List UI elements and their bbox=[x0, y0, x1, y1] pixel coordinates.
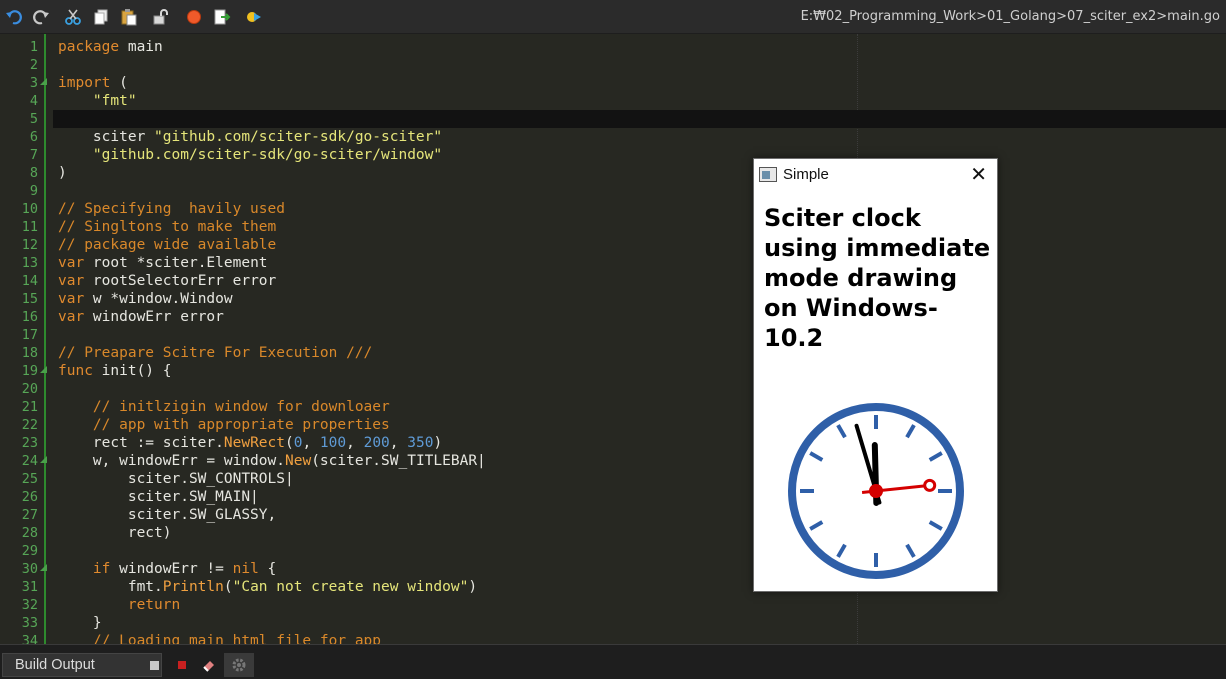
window-title: Simple bbox=[783, 166, 829, 183]
code-line[interactable]: sciter.SW_MAIN| bbox=[58, 488, 259, 506]
line-number: 29 bbox=[21, 543, 38, 559]
second-hand-tip bbox=[923, 478, 937, 492]
line-number: 8 bbox=[29, 165, 38, 181]
line-number: 17 bbox=[21, 327, 38, 343]
change-marker-bar bbox=[44, 34, 46, 644]
line-number: 1 bbox=[29, 39, 38, 55]
code-line[interactable]: package main bbox=[58, 38, 163, 56]
line-number: 34 bbox=[21, 633, 38, 644]
analog-clock bbox=[788, 403, 964, 579]
code-editor[interactable]: 1 2 3 4 5 6 7 8 9 10 11 12 13 14 15 16 1… bbox=[0, 34, 1226, 644]
copy-icon[interactable] bbox=[92, 8, 110, 26]
fold-marker-icon[interactable] bbox=[40, 78, 47, 85]
line-number: 6 bbox=[29, 129, 38, 145]
line-number: 20 bbox=[21, 381, 38, 397]
line-number: 7 bbox=[29, 147, 38, 163]
code-line[interactable]: sciter "github.com/sciter-sdk/go-sciter" bbox=[58, 128, 442, 146]
line-number: 9 bbox=[29, 183, 38, 199]
code-line[interactable]: fmt.Println("Can not create new window") bbox=[58, 578, 477, 596]
code-line[interactable]: // app with appropriate properties bbox=[58, 416, 390, 434]
code-line[interactable]: import ( bbox=[58, 74, 128, 92]
stop-build-icon[interactable] bbox=[172, 655, 192, 675]
export-icon[interactable] bbox=[213, 8, 231, 26]
code-line[interactable]: // Loading main html file for app bbox=[58, 632, 381, 644]
line-number: 31 bbox=[21, 579, 38, 595]
line-number: 3 bbox=[29, 75, 38, 91]
record-icon[interactable] bbox=[185, 8, 203, 26]
panel-close-icon[interactable] bbox=[150, 661, 159, 670]
line-number: 14 bbox=[21, 273, 38, 289]
app-window-icon bbox=[759, 167, 777, 182]
line-number: 11 bbox=[21, 219, 38, 235]
code-line[interactable]: "github.com/sciter-sdk/go-sciter/window" bbox=[58, 146, 442, 164]
code-line[interactable]: var rootSelectorErr error bbox=[58, 272, 276, 290]
toolbar: E:₩02_Programming_Work>01_Golang>07_scit… bbox=[0, 0, 1226, 34]
line-number: 13 bbox=[21, 255, 38, 271]
line-number: 15 bbox=[21, 291, 38, 307]
sciter-window[interactable]: Simple ✕ Sciter clock using immediate mo… bbox=[753, 158, 998, 592]
clock-center-pin bbox=[869, 484, 883, 498]
line-number: 5 bbox=[29, 111, 38, 127]
code-line[interactable]: var root *sciter.Element bbox=[58, 254, 268, 272]
code-line[interactable]: // Preapare Scitre For Execution /// bbox=[58, 344, 372, 362]
line-number: 10 bbox=[21, 201, 38, 217]
window-titlebar[interactable]: Simple ✕ bbox=[754, 159, 997, 191]
build-output-tab[interactable]: Build Output bbox=[2, 653, 162, 677]
code-line[interactable]: rect := sciter.NewRect(0, 100, 200, 350) bbox=[58, 434, 442, 452]
line-number: 24 bbox=[21, 453, 38, 469]
build-output-label: Build Output bbox=[15, 657, 95, 673]
window-heading: Sciter clock using immediate mode drawin… bbox=[764, 204, 991, 352]
run-icon[interactable] bbox=[245, 8, 263, 26]
line-number: 27 bbox=[21, 507, 38, 523]
code-line[interactable]: "fmt" bbox=[58, 92, 137, 110]
line-number: 16 bbox=[21, 309, 38, 325]
code-line[interactable]: sciter.SW_CONTROLS| bbox=[58, 470, 294, 488]
line-number: 33 bbox=[21, 615, 38, 631]
eraser-icon[interactable] bbox=[199, 655, 219, 675]
code-line[interactable]: if windowErr != nil { bbox=[58, 560, 276, 578]
fold-marker-icon[interactable] bbox=[40, 456, 47, 463]
line-number: 32 bbox=[21, 597, 38, 613]
bottom-panel: Build Output bbox=[0, 644, 1226, 679]
fold-marker-icon[interactable] bbox=[40, 366, 47, 373]
settings-icon[interactable] bbox=[224, 653, 254, 677]
code-line[interactable]: } bbox=[58, 614, 102, 632]
unlock-icon[interactable] bbox=[152, 8, 170, 26]
line-number: 25 bbox=[21, 471, 38, 487]
code-line[interactable]: func init() { bbox=[58, 362, 172, 380]
current-line-highlight bbox=[53, 110, 1226, 128]
line-number: 18 bbox=[21, 345, 38, 361]
redo-icon[interactable] bbox=[32, 8, 50, 26]
line-number: 4 bbox=[29, 93, 38, 109]
cut-icon[interactable] bbox=[64, 8, 82, 26]
line-number: 22 bbox=[21, 417, 38, 433]
undo-icon[interactable] bbox=[5, 8, 23, 26]
line-number: 2 bbox=[29, 57, 38, 73]
code-line[interactable]: // initlzigin window for downloaer bbox=[58, 398, 390, 416]
line-number: 30 bbox=[21, 561, 38, 577]
line-number: 28 bbox=[21, 525, 38, 541]
code-line[interactable]: // Singltons to make them bbox=[58, 218, 276, 236]
line-number: 26 bbox=[21, 489, 38, 505]
code-line[interactable]: rect) bbox=[58, 524, 172, 542]
line-number: 23 bbox=[21, 435, 38, 451]
code-line[interactable]: var windowErr error bbox=[58, 308, 224, 326]
code-line[interactable]: w, windowErr = window.New(sciter.SW_TITL… bbox=[58, 452, 486, 470]
line-number: 19 bbox=[21, 363, 38, 379]
code-line[interactable]: ) bbox=[58, 164, 67, 182]
code-line[interactable]: sciter.SW_GLASSY, bbox=[58, 506, 276, 524]
code-line[interactable]: // Specifying havily used bbox=[58, 200, 285, 218]
fold-marker-icon[interactable] bbox=[40, 564, 47, 571]
line-number: 21 bbox=[21, 399, 38, 415]
code-line[interactable]: return bbox=[58, 596, 180, 614]
paste-icon[interactable] bbox=[120, 8, 138, 26]
code-line[interactable]: // package wide available bbox=[58, 236, 276, 254]
line-number: 12 bbox=[21, 237, 38, 253]
close-icon[interactable]: ✕ bbox=[970, 164, 987, 184]
code-line[interactable]: var w *window.Window bbox=[58, 290, 233, 308]
file-path-breadcrumb: E:₩02_Programming_Work>01_Golang>07_scit… bbox=[800, 9, 1220, 24]
